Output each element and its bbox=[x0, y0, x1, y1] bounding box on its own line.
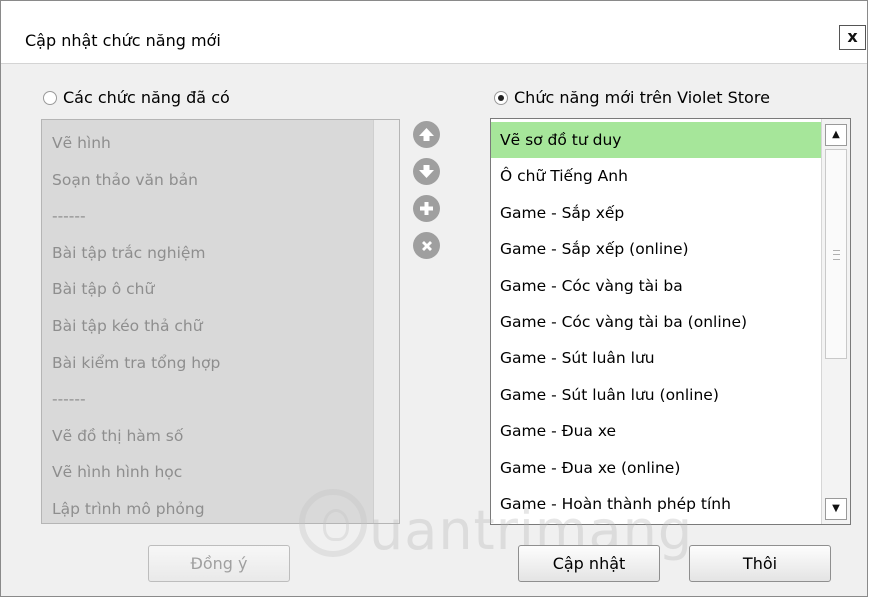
arrow-up-icon bbox=[419, 128, 434, 141]
close-button[interactable]: x bbox=[839, 25, 866, 50]
list-item: Vẽ hình hình học bbox=[52, 463, 183, 482]
list-item: Lập trình mô phỏng bbox=[52, 499, 205, 518]
existing-features-list: Vẽ hình Soạn thảo văn bản ------ Bài tập… bbox=[41, 119, 400, 524]
list-item: ------ bbox=[52, 390, 86, 409]
store-features-list[interactable]: Vẽ sơ đồ tư duy Ô chữ Tiếng Anh Game - S… bbox=[490, 118, 851, 525]
store-list-scrollbar[interactable]: ▲ ▼ bbox=[821, 119, 850, 524]
plus-icon bbox=[420, 202, 433, 215]
list-item[interactable]: Game - Cóc vàng tài ba (online) bbox=[491, 304, 850, 340]
scroll-up-button[interactable]: ▲ bbox=[825, 124, 847, 146]
remove-feature-button[interactable] bbox=[413, 232, 440, 259]
reorder-buttons bbox=[413, 121, 443, 269]
x-icon bbox=[421, 240, 432, 251]
list-item[interactable]: Game - Sắp xếp bbox=[491, 195, 850, 231]
dialog-title: Cập nhật chức năng mới bbox=[25, 31, 221, 50]
title-bar: Cập nhật chức năng mới x bbox=[1, 1, 867, 64]
existing-features-label: Các chức năng đã có bbox=[63, 88, 230, 107]
list-item[interactable]: Game - Hoàn thành phép tính bbox=[491, 486, 850, 522]
move-up-button[interactable] bbox=[413, 121, 440, 148]
list-item-selected[interactable]: Vẽ sơ đồ tư duy bbox=[491, 122, 850, 159]
list-item: ------ bbox=[52, 207, 86, 226]
update-features-dialog: Cập nhật chức năng mới x Các chức năng đ… bbox=[0, 0, 868, 597]
store-features-radio[interactable] bbox=[494, 90, 508, 105]
cancel-button[interactable]: Thôi bbox=[689, 545, 831, 582]
list-item[interactable]: Game - Sút luân lưu bbox=[491, 340, 850, 376]
list-item: Bài tập kéo thả chữ bbox=[52, 316, 203, 335]
agree-button[interactable]: Đồng ý bbox=[148, 545, 290, 582]
list-item[interactable]: Game - Đua xe bbox=[491, 413, 850, 449]
scroll-thumb[interactable] bbox=[825, 149, 847, 359]
list-item[interactable]: Game - Sút luân lưu (online) bbox=[491, 377, 850, 413]
list-item: Bài kiểm tra tổng hợp bbox=[52, 353, 221, 372]
list-item: Soạn thảo văn bản bbox=[52, 170, 198, 189]
list-item: Vẽ đồ thị hàm số bbox=[52, 426, 184, 445]
list-item: Vẽ hình bbox=[52, 134, 111, 152]
existing-list-scrollbar bbox=[373, 120, 399, 523]
update-button[interactable]: Cập nhật bbox=[518, 545, 660, 582]
list-item: Bài tập trắc nghiệm bbox=[52, 243, 206, 262]
list-item[interactable]: Ô chữ Tiếng Anh bbox=[491, 158, 850, 194]
scroll-down-button[interactable]: ▼ bbox=[825, 498, 847, 520]
list-item[interactable]: Game - Sắp xếp (online) bbox=[491, 231, 850, 267]
list-item: Bài tập ô chữ bbox=[52, 280, 155, 299]
store-features-radio-row[interactable]: Chức năng mới trên Violet Store bbox=[494, 88, 770, 107]
existing-features-radio-row[interactable]: Các chức năng đã có bbox=[43, 88, 230, 107]
move-down-button[interactable] bbox=[413, 158, 440, 185]
add-feature-button[interactable] bbox=[413, 195, 440, 222]
list-item[interactable]: Game - Cóc vàng tài ba bbox=[491, 268, 850, 304]
arrow-down-icon bbox=[419, 165, 434, 178]
grip-icon bbox=[833, 250, 840, 260]
list-item[interactable]: Game - Đua xe (online) bbox=[491, 450, 850, 486]
store-features-label: Chức năng mới trên Violet Store bbox=[514, 88, 770, 107]
existing-features-radio[interactable] bbox=[43, 90, 57, 105]
